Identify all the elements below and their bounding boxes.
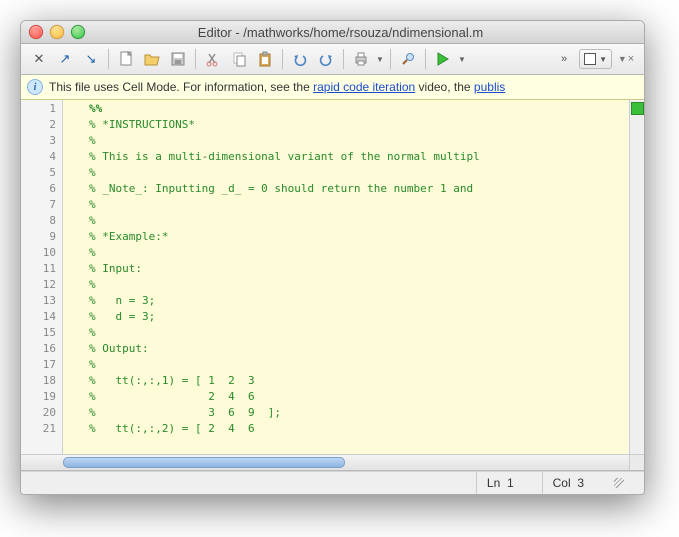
close-window-button[interactable] <box>29 25 43 39</box>
paste-button[interactable] <box>253 48 277 70</box>
window-title: Editor - /mathworks/home/rsouza/ndimensi… <box>85 25 596 40</box>
info-text-prefix: This file uses Cell Mode. For informatio… <box>49 80 313 94</box>
find-button[interactable] <box>396 48 420 70</box>
run-button[interactable] <box>431 48 455 70</box>
editor-window: Editor - /mathworks/home/rsouza/ndimensi… <box>20 20 645 495</box>
code-ok-indicator[interactable] <box>631 102 644 115</box>
code-content[interactable]: %% % *INSTRUCTIONS* % % This is a multi-… <box>81 100 628 454</box>
publish-link[interactable]: publis <box>474 80 505 94</box>
expand-button[interactable]: ↗ <box>53 48 77 70</box>
cut-button[interactable] <box>201 48 225 70</box>
dock-control[interactable]: ▼ <box>579 49 612 69</box>
minimize-window-button[interactable] <box>50 25 64 39</box>
toolbar-close-button[interactable]: ▼× <box>614 48 638 70</box>
close-button[interactable]: ✕ <box>27 48 51 70</box>
statusbar: Ln 1 Col 3 <box>21 471 644 494</box>
print-button[interactable] <box>349 48 373 70</box>
save-button[interactable] <box>166 48 190 70</box>
line-indicator: Ln 1 <box>476 472 524 494</box>
line-number-gutter: 1 2 3 4 5 6 7 8 9 10 11 12 13 14 15 16 1… <box>21 100 63 454</box>
column-indicator: Col 3 <box>542 472 594 494</box>
code-editor[interactable]: 1 2 3 4 5 6 7 8 9 10 11 12 13 14 15 16 1… <box>21 100 644 471</box>
traffic-lights <box>29 25 85 39</box>
titlebar[interactable]: Editor - /mathworks/home/rsouza/ndimensi… <box>21 21 644 44</box>
info-text-mid: video, the <box>415 80 474 94</box>
collapse-button[interactable]: ↘ <box>79 48 103 70</box>
scrollbar-thumb[interactable] <box>63 457 345 468</box>
message-bar[interactable] <box>629 100 644 454</box>
fold-gutter <box>63 100 81 454</box>
separator <box>390 49 391 69</box>
copy-button[interactable] <box>227 48 251 70</box>
resize-grip[interactable] <box>612 476 626 490</box>
toolbar: ✕ ↗ ↘ ▼ <box>21 44 644 75</box>
separator <box>343 49 344 69</box>
open-file-button[interactable] <box>140 48 164 70</box>
separator <box>108 49 109 69</box>
undo-button[interactable] <box>288 48 312 70</box>
scroll-corner <box>629 454 644 470</box>
redo-button[interactable] <box>314 48 338 70</box>
info-icon: i <box>27 79 43 95</box>
separator <box>282 49 283 69</box>
cell-mode-infobar: i This file uses Cell Mode. For informat… <box>21 75 644 100</box>
zoom-window-button[interactable] <box>71 25 85 39</box>
run-dropdown[interactable]: ▼ <box>457 48 467 70</box>
separator <box>425 49 426 69</box>
print-dropdown[interactable]: ▼ <box>375 48 385 70</box>
new-file-button[interactable] <box>114 48 138 70</box>
toolbar-overflow[interactable]: » <box>561 53 565 65</box>
rapid-code-iteration-link[interactable]: rapid code iteration <box>313 80 415 94</box>
horizontal-scrollbar[interactable] <box>21 454 630 470</box>
separator <box>195 49 196 69</box>
